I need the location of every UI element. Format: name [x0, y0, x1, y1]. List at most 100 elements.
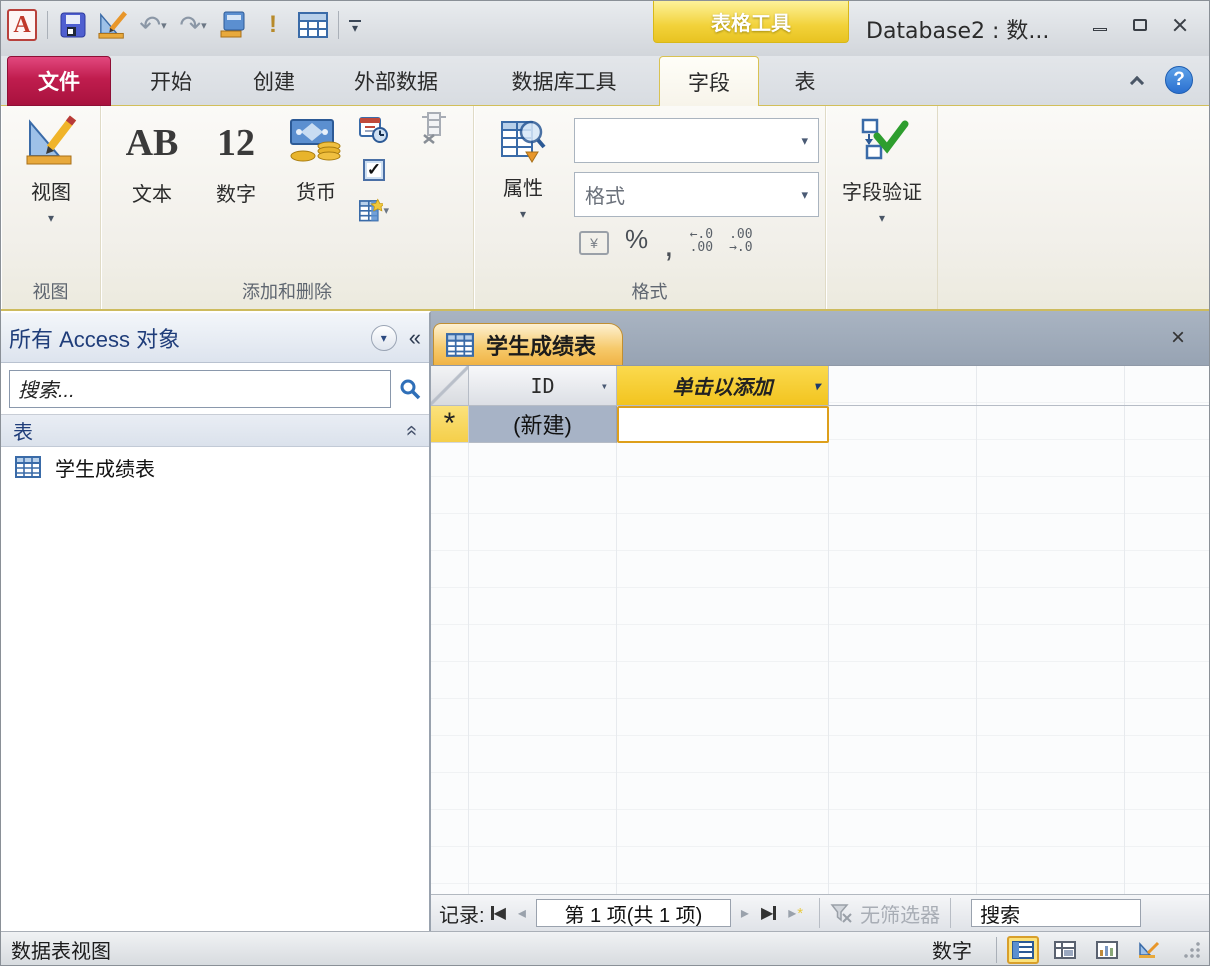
- id-new-cell[interactable]: (新建): [469, 406, 617, 443]
- tab-external-data[interactable]: 外部数据: [331, 56, 461, 106]
- pivotchart-view-button[interactable]: [1091, 936, 1123, 964]
- properties-button[interactable]: 属性 ▾: [488, 114, 558, 221]
- search-icon[interactable]: [399, 378, 421, 400]
- view-icon: [25, 114, 77, 170]
- status-view-name: 数据表视图: [1, 935, 111, 964]
- pivottable-view-button[interactable]: [1049, 936, 1081, 964]
- tab-file[interactable]: 文件: [7, 56, 111, 106]
- paste-button[interactable]: [218, 9, 248, 41]
- restore-button[interactable]: [1127, 15, 1153, 35]
- delete-field-button[interactable]: [419, 114, 449, 142]
- column-header-id[interactable]: ID ▾: [469, 366, 617, 405]
- pivotchart-view-icon: [1096, 941, 1118, 959]
- increase-decimals-button[interactable]: ←.0 .00: [690, 228, 713, 255]
- tab-create[interactable]: 创建: [229, 56, 319, 106]
- table-button[interactable]: [298, 9, 328, 41]
- decrease-decimals-button[interactable]: .00 →.0: [729, 228, 752, 255]
- save-button[interactable]: [58, 9, 88, 41]
- tab-table[interactable]: 表: [769, 56, 841, 106]
- document-close-button[interactable]: ×: [1167, 327, 1189, 349]
- checkbox-icon: ✓: [363, 159, 385, 181]
- filter-status-button[interactable]: 无筛选器: [830, 899, 940, 928]
- format-combobox[interactable]: 格式 ▾: [574, 172, 819, 217]
- new-record-button[interactable]: ▸*: [788, 903, 803, 923]
- navigation-search-input[interactable]: [9, 370, 391, 408]
- divider: [47, 11, 48, 39]
- table-icon: [298, 12, 328, 38]
- undo-dropdown-icon[interactable]: ▾: [161, 19, 167, 32]
- column-dropdown-icon[interactable]: ▾: [601, 379, 608, 393]
- access-logo-icon[interactable]: A: [7, 9, 37, 41]
- pivottable-view-icon: [1054, 941, 1076, 959]
- tab-home[interactable]: 开始: [126, 56, 216, 106]
- more-fields-icon: [359, 195, 383, 225]
- currency-field-button[interactable]: 货币: [281, 114, 351, 205]
- format-combobox-value: 格式: [585, 180, 625, 209]
- group-field-validation: 字段验证 ▾: [826, 106, 938, 309]
- resize-grip-icon[interactable]: [1183, 941, 1201, 959]
- datetime-field-button[interactable]: [359, 116, 389, 144]
- exclamation-icon: !: [269, 11, 277, 39]
- minimize-button[interactable]: [1087, 15, 1113, 35]
- number-field-button[interactable]: 12 数字: [203, 114, 269, 207]
- new-record-row: * (新建): [431, 406, 1210, 443]
- redo-dropdown-icon[interactable]: ▾: [201, 19, 207, 32]
- decrease-decimals-icon: →.0: [729, 241, 752, 255]
- navigation-section-tables[interactable]: 表 «: [1, 415, 429, 447]
- undo-button[interactable]: ↶ ▾: [138, 9, 168, 41]
- currency-format-button[interactable]: ¥: [579, 231, 609, 255]
- shutter-bar-close-button[interactable]: «: [409, 325, 421, 351]
- percent-format-button[interactable]: %: [625, 224, 648, 255]
- diagonal-icon: [431, 366, 468, 405]
- run-button[interactable]: !: [258, 9, 288, 41]
- help-button[interactable]: ?: [1165, 66, 1193, 94]
- tab-database-tools[interactable]: 数据库工具: [489, 56, 639, 106]
- chevron-down-icon: ▾: [381, 331, 387, 345]
- previous-record-button[interactable]: ◂: [518, 903, 526, 923]
- view-button[interactable]: 视图 ▾: [15, 114, 87, 225]
- last-record-button[interactable]: ▶: [761, 903, 776, 923]
- new-record-selector[interactable]: *: [431, 406, 469, 443]
- yesno-field-button[interactable]: ✓: [359, 156, 389, 184]
- document-tab-strip: 学生成绩表 ×: [431, 311, 1210, 366]
- datatype-combobox[interactable]: ▾: [574, 118, 819, 163]
- collapse-ribbon-button[interactable]: [1129, 74, 1145, 90]
- record-position-box[interactable]: 第 1 项(共 1 项): [536, 899, 731, 927]
- comma-format-button[interactable]: ,: [664, 235, 673, 255]
- text-field-button[interactable]: AB 文本: [119, 114, 185, 207]
- redo-button[interactable]: ↷ ▾: [178, 9, 208, 41]
- more-fields-button[interactable]: ▾: [359, 196, 389, 224]
- chevron-up-icon: [1130, 76, 1144, 90]
- text-field-icon: AB: [126, 114, 179, 172]
- properties-dropdown-icon: ▾: [520, 207, 526, 221]
- select-all-cell[interactable]: [431, 366, 469, 405]
- collapse-section-icon[interactable]: «: [400, 425, 423, 436]
- design-view-button-status[interactable]: [1133, 936, 1165, 964]
- click-to-add-dropdown-icon[interactable]: ▾: [814, 379, 820, 393]
- datasheet[interactable]: ID ▾ 单击以添加 ▾ * (新建): [431, 366, 1210, 894]
- navigation-item-label: 学生成绩表: [55, 453, 155, 482]
- group-caption-views: 视图: [1, 278, 100, 304]
- currency-icon: [287, 114, 345, 170]
- next-record-button[interactable]: ▸: [741, 903, 749, 923]
- first-record-icon: ◀: [494, 903, 506, 923]
- grid-line: [1124, 366, 1125, 894]
- paste-icon: [218, 10, 248, 40]
- tab-fields-active[interactable]: 字段: [659, 56, 759, 106]
- close-button[interactable]: [1167, 15, 1193, 35]
- document-area: 学生成绩表 × ID ▾ 单击以添加 ▾: [431, 311, 1210, 931]
- record-search-input[interactable]: [971, 899, 1141, 927]
- navigation-pane-header[interactable]: 所有 Access 对象 ▾ «: [1, 313, 429, 363]
- window-title: Database2 : 数...: [866, 13, 1049, 45]
- first-record-button[interactable]: ◀: [491, 903, 506, 923]
- design-view-button[interactable]: [98, 9, 128, 41]
- navigation-menu-button[interactable]: ▾: [371, 325, 397, 351]
- field-validation-label: 字段验证: [842, 176, 922, 205]
- navigation-item-table[interactable]: 学生成绩表: [1, 447, 429, 487]
- document-tab-active[interactable]: 学生成绩表: [433, 323, 623, 365]
- column-header-click-to-add[interactable]: 单击以添加 ▾: [617, 366, 829, 405]
- active-cell[interactable]: [617, 406, 829, 443]
- qat-customize-button[interactable]: ▾: [349, 20, 361, 31]
- field-validation-button[interactable]: 字段验证 ▾: [834, 114, 930, 225]
- datasheet-view-button[interactable]: [1007, 936, 1039, 964]
